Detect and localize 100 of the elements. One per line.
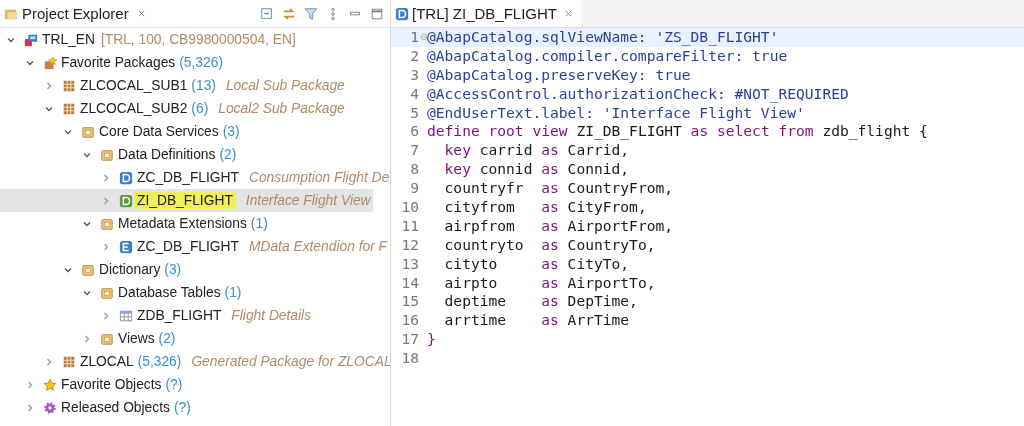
code-line: airpfrom as AirportFrom,	[443, 216, 674, 236]
code-line: cityto as CityTo,	[443, 254, 630, 274]
code-line: define root view ZI_DB_FLIGHT as select from zdb_flight {	[427, 122, 928, 142]
tree-item[interactable]: Favorite Packages (5,326)	[0, 51, 225, 74]
item-count: (6)	[191, 101, 209, 116]
tree-item[interactable]: ZDB_FLIGHT Flight Details	[0, 304, 314, 327]
tree-item[interactable]: ZLOCAL (5,326) Generated Package for ZLOCAL	[0, 350, 390, 373]
tree-item[interactable]: Metadata Extensions (1)	[0, 212, 270, 235]
tab-label: Project Explorer	[22, 5, 129, 22]
tree-item[interactable]: Dictionary (3)	[0, 258, 184, 281]
tree-item[interactable]: Released Objects (?)	[0, 396, 193, 419]
line-number: 15	[400, 292, 419, 312]
tree-item[interactable]: Data Definitions (2)	[0, 143, 239, 166]
line-number: 13	[400, 254, 419, 274]
tree-item[interactable]: Core Data Services (3)	[0, 120, 242, 143]
package-icon	[62, 78, 76, 93]
editor-tab[interactable]: [TRL] ZI_DB_FLIGHT	[391, 0, 582, 27]
code-line: deptime as DepTime,	[443, 292, 638, 312]
item-count: (3)	[164, 262, 182, 277]
item-details: [TRL, 100, CB9980000504, EN]	[100, 32, 296, 47]
item-count: (5,326)	[137, 354, 182, 369]
tree-item[interactable]: Views (2)	[0, 327, 178, 350]
folder-icon	[81, 124, 95, 139]
tree-item[interactable]: ZLCOCAL_SUB1 (13) Local Sub Package	[0, 74, 347, 97]
star-icon	[43, 377, 57, 392]
line-number: 17	[400, 330, 419, 350]
close-icon[interactable]	[136, 9, 146, 18]
maximize-icon[interactable]	[370, 6, 384, 21]
folder-icon	[100, 216, 114, 231]
link-arrows-icon[interactable]	[282, 6, 296, 21]
chevron-right-icon[interactable]	[25, 402, 35, 413]
line-number: 16	[400, 311, 419, 331]
item-description: MData Extendion for F	[248, 239, 387, 254]
tree-item[interactable]: ZC_DB_FLIGHT MData Extendion for F	[0, 235, 389, 258]
code-line: countryto as CountryTo,	[443, 235, 656, 255]
line-number: 14	[400, 273, 419, 293]
d-letter-icon	[119, 170, 133, 185]
item-name: ZI_DB_FLIGHT	[134, 192, 236, 209]
filter-icon[interactable]	[304, 6, 318, 21]
chevron-right-icon[interactable]	[101, 241, 111, 252]
line-number: 10	[400, 198, 419, 217]
item-name: ZC_DB_FLIGHT	[137, 239, 239, 254]
chevron-right-icon[interactable]	[101, 195, 111, 206]
table-icon	[119, 308, 133, 323]
code-line: }	[427, 330, 436, 350]
line-number: 4	[409, 84, 419, 104]
folder-icon	[100, 331, 114, 346]
code-line: @EndUserText.label: 'Interface Flight View'	[427, 103, 805, 123]
tree-item[interactable]: Favorite Objects (?)	[0, 373, 185, 396]
star-package-icon	[43, 55, 57, 70]
code-line: @AbapCatalog.sqlViewName: 'ZS_DB_FLIGHT'	[427, 28, 779, 47]
item-name: Data Definitions	[118, 147, 216, 162]
gear-icon	[43, 400, 57, 415]
chevron-right-icon[interactable]	[44, 80, 54, 91]
line-number: 5	[409, 103, 419, 123]
chevron-right-icon[interactable]	[25, 379, 35, 390]
tree-item[interactable]: ZC_DB_FLIGHT Consumption Flight De	[0, 166, 390, 189]
item-name: ZLCOCAL_SUB2	[80, 101, 188, 116]
package-icon	[62, 101, 76, 116]
item-name: Favorite Objects	[61, 377, 162, 392]
item-description: Local2 Sub Package	[218, 101, 345, 116]
item-name: Released Objects	[61, 400, 170, 415]
item-description: Generated Package for ZLOCAL	[191, 354, 390, 369]
line-number: 7	[409, 141, 419, 161]
item-name: Favorite Packages	[61, 55, 176, 70]
item-name: ZDB_FLIGHT	[137, 308, 222, 323]
item-count: (2)	[219, 147, 237, 162]
tree-item[interactable]: ZI_DB_FLIGHT Interface Flight View	[0, 189, 373, 212]
code-line: cityfrom as CityFrom,	[443, 198, 647, 217]
fold-icon[interactable]	[420, 33, 428, 42]
tree-item[interactable]: Database Tables (1)	[0, 281, 244, 304]
chevron-right-icon[interactable]	[44, 356, 54, 367]
code-line: @AbapCatalog.compiler.compareFilter: true	[427, 46, 788, 66]
item-name: Dictionary	[99, 262, 161, 277]
chevron-right-icon[interactable]	[82, 333, 92, 344]
folder-icon	[100, 147, 114, 162]
item-count: (2)	[158, 331, 176, 346]
d-letter-icon	[119, 193, 133, 208]
item-name: Views	[118, 331, 155, 346]
d-letter-icon	[395, 6, 409, 21]
collapse-all-icon[interactable]	[260, 6, 274, 21]
folder-icon	[81, 262, 95, 277]
chevron-right-icon[interactable]	[101, 310, 111, 321]
line-number: 2	[409, 46, 419, 66]
code-line: countryfr as CountryFrom,	[443, 179, 674, 198]
chevron-right-icon[interactable]	[101, 172, 111, 183]
line-number: 9	[409, 179, 419, 198]
item-name: Core Data Services	[99, 124, 219, 139]
code-line: key carrid as Carrid,	[443, 141, 630, 161]
item-name: Metadata Extensions	[118, 216, 247, 231]
item-count: (1)	[224, 285, 242, 300]
line-number: 11	[400, 216, 419, 236]
package-icon	[62, 354, 76, 369]
code-line: arrtime as ArrTime	[443, 311, 630, 331]
tree-item[interactable]: TRL_EN [TRL, 100, CB9980000504, EN]	[0, 28, 298, 51]
close-icon[interactable]	[564, 9, 574, 18]
code-line: airpto as AirportTo,	[443, 273, 656, 293]
tree-item[interactable]: ZLCOCAL_SUB2 (6) Local2 Sub Package	[0, 97, 347, 120]
item-count: (?)	[173, 400, 191, 415]
line-number: 1	[409, 28, 419, 47]
